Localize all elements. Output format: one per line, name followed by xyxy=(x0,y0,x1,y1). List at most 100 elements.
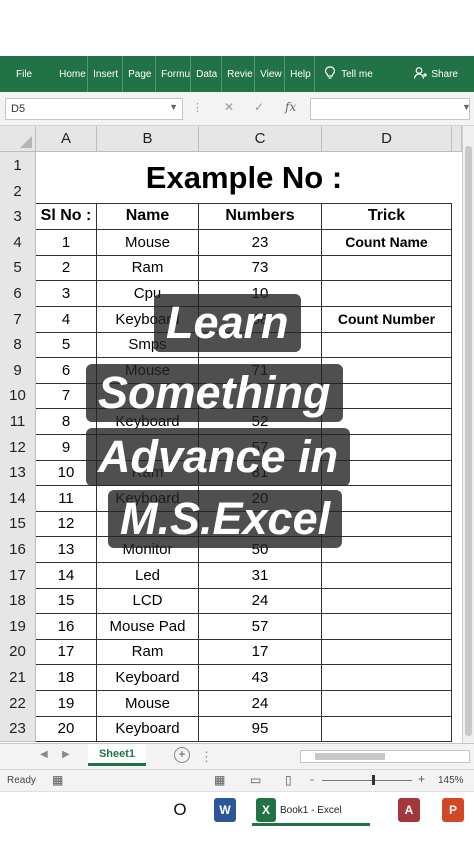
select-all-button[interactable] xyxy=(0,126,36,152)
word-icon[interactable]: W xyxy=(214,798,236,822)
cell-sl-no[interactable]: 19 xyxy=(36,690,97,717)
row-header-13[interactable]: 13 xyxy=(0,459,36,486)
cell-trick-empty[interactable] xyxy=(322,587,452,614)
sheet-tab-sheet1[interactable]: Sheet1 xyxy=(88,744,146,766)
cell-trick-empty[interactable] xyxy=(322,690,452,717)
cell-name[interactable]: Keyboard xyxy=(97,664,199,691)
row-header-11[interactable]: 11 xyxy=(0,408,36,435)
row-header-12[interactable]: 12 xyxy=(0,434,36,461)
cell-number[interactable]: 24 xyxy=(199,690,322,717)
zoom-in-button[interactable]: + xyxy=(418,772,425,786)
tab-view[interactable]: View xyxy=(255,56,286,92)
header-sl-no[interactable]: Sl No : xyxy=(36,203,97,230)
row-header-8[interactable]: 8 xyxy=(0,331,36,358)
row-header-2[interactable]: 2 xyxy=(0,178,36,205)
row-header-19[interactable]: 19 xyxy=(0,613,36,640)
row-header-15[interactable]: 15 xyxy=(0,510,36,537)
cell-sl-no[interactable]: 18 xyxy=(36,664,97,691)
column-header-d[interactable]: D xyxy=(322,126,452,152)
row-header-7[interactable]: 7 xyxy=(0,306,36,333)
chevron-down-icon[interactable]: ▼ xyxy=(169,102,178,112)
tab-home[interactable]: Home xyxy=(54,56,89,92)
tab-review[interactable]: Revie xyxy=(222,56,256,92)
cell-number[interactable]: 24 xyxy=(199,587,322,614)
cell-name[interactable]: Led xyxy=(97,562,199,589)
tab-file[interactable]: File xyxy=(0,56,54,92)
cell-trick-empty[interactable] xyxy=(322,715,452,742)
cell-name[interactable]: Mouse xyxy=(97,229,199,256)
tab-help[interactable]: Help xyxy=(285,56,316,92)
row-header-23[interactable]: 23 xyxy=(0,715,36,742)
page-break-view-icon[interactable]: ▯ xyxy=(285,773,292,787)
cell-trick-empty[interactable] xyxy=(322,562,452,589)
cell-sl-no[interactable]: 17 xyxy=(36,638,97,665)
row-header-6[interactable]: 6 xyxy=(0,280,36,307)
expand-formula-icon[interactable]: ▼ xyxy=(462,102,471,112)
enter-icon[interactable]: ✓ xyxy=(254,100,264,114)
zoom-slider-handle[interactable] xyxy=(372,775,375,785)
cell-sl-no[interactable]: 15 xyxy=(36,587,97,614)
cell-sl-no[interactable]: 1 xyxy=(36,229,97,256)
formula-input[interactable] xyxy=(310,98,470,120)
cell-sl-no[interactable]: 20 xyxy=(36,715,97,742)
header-trick[interactable]: Trick xyxy=(322,203,452,230)
header-numbers[interactable]: Numbers xyxy=(199,203,322,230)
cell-sl-no[interactable]: 14 xyxy=(36,562,97,589)
zoom-slider[interactable] xyxy=(322,780,412,781)
row-header-1[interactable]: 1 xyxy=(0,152,36,179)
row-header-4[interactable]: 4 xyxy=(0,229,36,256)
excel-taskbar-label[interactable]: Book1 - Excel xyxy=(280,798,342,822)
row-header-20[interactable]: 20 xyxy=(0,638,36,665)
header-name[interactable]: Name xyxy=(97,203,199,230)
search-icon[interactable]: O xyxy=(168,798,192,822)
cell-number[interactable]: 23 xyxy=(199,229,322,256)
row-header-10[interactable]: 10 xyxy=(0,382,36,409)
row-header-5[interactable]: 5 xyxy=(0,254,36,281)
zoom-out-button[interactable]: - xyxy=(310,772,314,786)
cell-trick-empty[interactable] xyxy=(322,664,452,691)
cell-sl-no[interactable]: 16 xyxy=(36,613,97,640)
cell-name[interactable]: Keyboard xyxy=(97,715,199,742)
scrollbar-thumb[interactable] xyxy=(465,146,472,736)
tell-me-box[interactable]: Tell me xyxy=(315,66,373,82)
cell-number[interactable]: 95 xyxy=(199,715,322,742)
prev-sheet-icon[interactable]: ◀ xyxy=(40,749,48,760)
cell-count-name[interactable]: Count Name xyxy=(322,229,452,256)
cell-trick-empty[interactable] xyxy=(322,254,452,281)
column-header-a[interactable]: A xyxy=(36,126,97,152)
cell-trick-empty[interactable] xyxy=(322,613,452,640)
name-box[interactable]: D5 ▼ xyxy=(5,98,183,120)
tab-insert[interactable]: Insert xyxy=(88,56,124,92)
cell-name[interactable]: LCD xyxy=(97,587,199,614)
title-cell[interactable]: Example No : xyxy=(36,152,452,204)
row-header-22[interactable]: 22 xyxy=(0,690,36,717)
row-header-16[interactable]: 16 xyxy=(0,536,36,563)
vertical-scrollbar[interactable] xyxy=(462,126,474,743)
cell-name[interactable]: Mouse xyxy=(97,690,199,717)
access-icon[interactable]: A xyxy=(398,798,420,822)
zoom-level[interactable]: 145% xyxy=(438,775,464,786)
column-header-c[interactable]: C xyxy=(199,126,322,152)
cell-number[interactable]: 43 xyxy=(199,664,322,691)
insert-function-icon[interactable]: fx xyxy=(285,100,296,114)
normal-view-icon[interactable]: ▦ xyxy=(214,773,225,787)
cell-trick-empty[interactable] xyxy=(322,638,452,665)
horizontal-scrollbar-thumb[interactable] xyxy=(315,753,385,760)
page-layout-view-icon[interactable]: ▭ xyxy=(250,773,261,787)
add-sheet-icon[interactable]: + xyxy=(174,747,190,763)
cell-name[interactable]: Mouse Pad xyxy=(97,613,199,640)
cell-sl-no[interactable]: 2 xyxy=(36,254,97,281)
more-icon[interactable]: ⋮ xyxy=(200,749,213,765)
macro-record-icon[interactable]: ▦ xyxy=(52,773,63,787)
cell-number[interactable]: 31 xyxy=(199,562,322,589)
horizontal-scrollbar[interactable] xyxy=(300,750,470,763)
cell-number[interactable]: 73 xyxy=(199,254,322,281)
row-header-18[interactable]: 18 xyxy=(0,587,36,614)
share-button[interactable]: Share xyxy=(414,56,458,92)
tab-data[interactable]: Data xyxy=(191,56,223,92)
cancel-icon[interactable]: ✕ xyxy=(224,100,234,114)
powerpoint-icon[interactable]: P xyxy=(442,798,464,822)
row-header-17[interactable]: 17 xyxy=(0,562,36,589)
next-sheet-icon[interactable]: ▶ xyxy=(62,749,70,760)
cell-number[interactable]: 17 xyxy=(199,638,322,665)
